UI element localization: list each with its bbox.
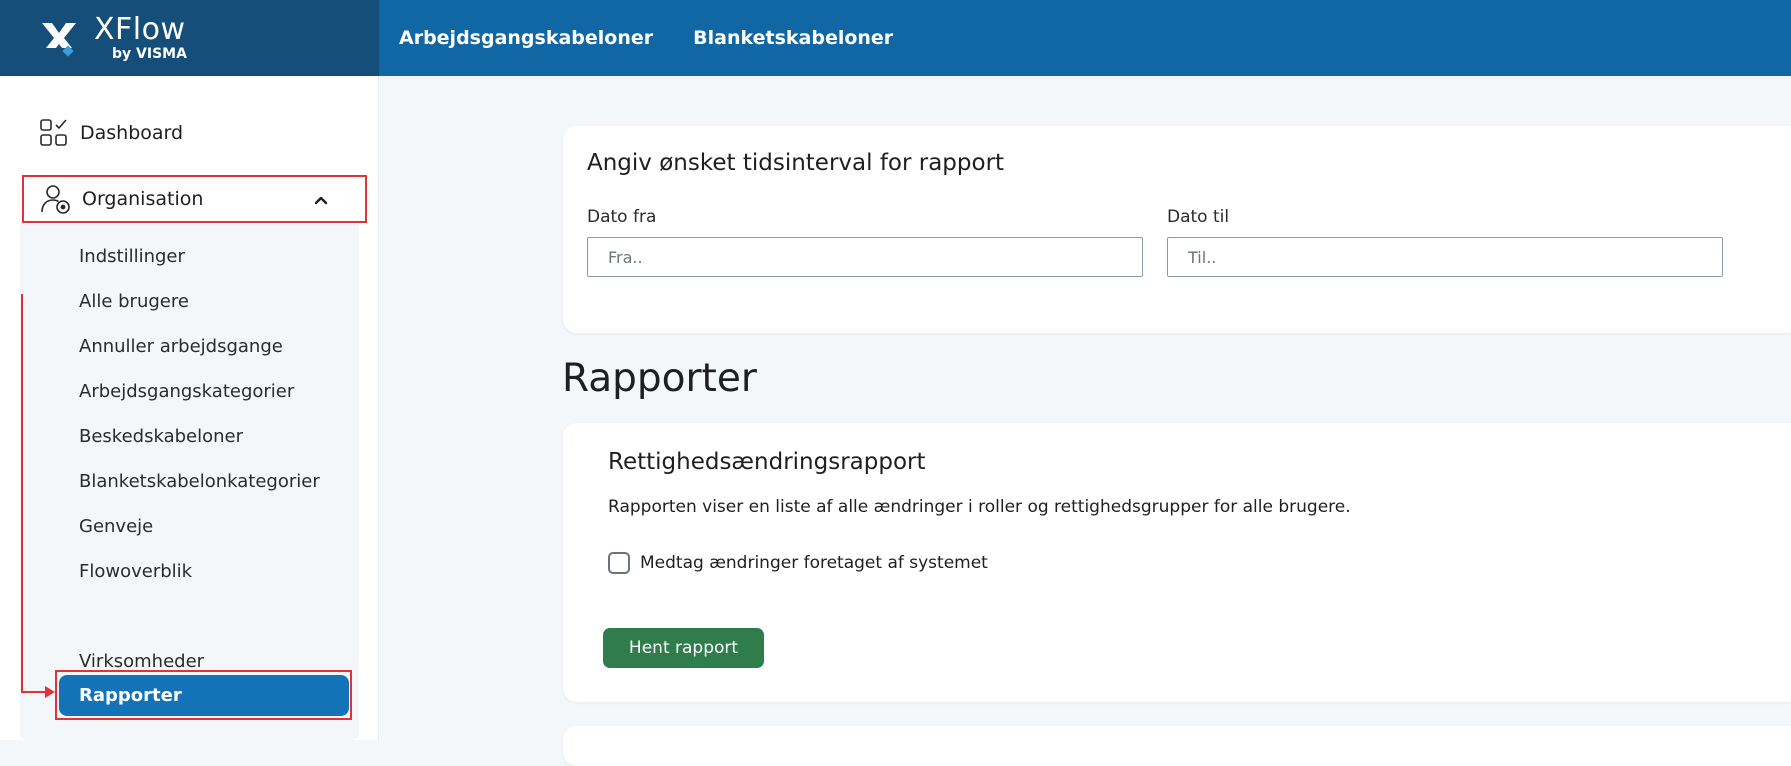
brand-name: XFlow (94, 12, 186, 47)
organisation-submenu: Indstillinger Alle brugere Annuller arbe… (20, 224, 359, 740)
next-report-card (563, 726, 1791, 766)
sidebar-item-label: Dashboard (80, 122, 184, 144)
include-system-changes-checkbox[interactable] (608, 552, 630, 574)
sidebar-item-blanketskabelonkategorier[interactable]: Blanketskabelonkategorier (79, 459, 320, 504)
get-report-button[interactable]: Hent rapport (603, 628, 764, 668)
interval-card: Angiv ønsket tidsinterval for rapport Da… (563, 126, 1791, 333)
sidebar-item-genveje[interactable]: Genveje (79, 504, 153, 549)
top-nav: Arbejdsgangskabeloner Blanketskabeloner (379, 0, 913, 76)
top-bar: XFlow by VISMA Arbejdsgangskabeloner Bla… (0, 0, 1791, 76)
topnav-item-blanketskabeloner[interactable]: Blanketskabeloner (673, 0, 913, 76)
brand-by: by VISMA (112, 46, 187, 62)
date-to-input[interactable] (1167, 237, 1723, 277)
sidebar-item-arbejdsgangskategorier[interactable]: Arbejdsgangskategorier (79, 369, 294, 414)
page-title: Rapporter (562, 356, 757, 401)
topnav-item-arbejdsgangskabeloner[interactable]: Arbejdsgangskabeloner (379, 0, 673, 76)
xflow-logo-icon (38, 17, 80, 59)
annotation-highlight-frame (55, 670, 352, 720)
report-title: Rettighedsændringsrapport (608, 449, 926, 475)
sidebar-item-alle-brugere[interactable]: Alle brugere (79, 279, 189, 324)
sidebar-item-organisation[interactable]: Organisation (22, 175, 367, 223)
report-card: Rettighedsændringsrapport Rapporten vise… (563, 423, 1791, 702)
sidebar-item-beskedskabeloner[interactable]: Beskedskabeloner (79, 414, 243, 459)
sidebar-item-dashboard[interactable]: Dashboard (0, 104, 378, 162)
interval-title: Angiv ønsket tidsinterval for rapport (587, 150, 1005, 176)
date-from-label: Dato fra (587, 207, 657, 227)
brand[interactable]: XFlow by VISMA (0, 0, 379, 76)
sidebar-item-flowoverblik[interactable]: Flowoverblik (79, 549, 192, 594)
annotation-connector-line (21, 691, 47, 693)
include-system-changes-checkbox-row[interactable]: Medtag ændringer foretaget af systemet (608, 552, 988, 574)
report-description: Rapporten viser en liste af alle ændring… (608, 497, 1351, 517)
sidebar-item-indstillinger[interactable]: Indstillinger (79, 234, 185, 279)
sidebar: Dashboard Indstillinger Alle brugere Ann… (0, 76, 379, 740)
annotation-arrow-icon (45, 686, 55, 698)
annotation-connector-line (21, 294, 23, 692)
organisation-icon (40, 183, 72, 215)
sidebar-item-annuller-arbejdsgange[interactable]: Annuller arbejdsgange (79, 324, 283, 369)
chevron-up-icon[interactable] (313, 191, 329, 207)
checkbox-label: Medtag ændringer foretaget af systemet (640, 553, 988, 573)
date-from-input[interactable] (587, 237, 1143, 277)
sidebar-item-label: Organisation (82, 188, 204, 210)
dashboard-icon (38, 117, 70, 149)
date-to-label: Dato til (1167, 207, 1230, 227)
